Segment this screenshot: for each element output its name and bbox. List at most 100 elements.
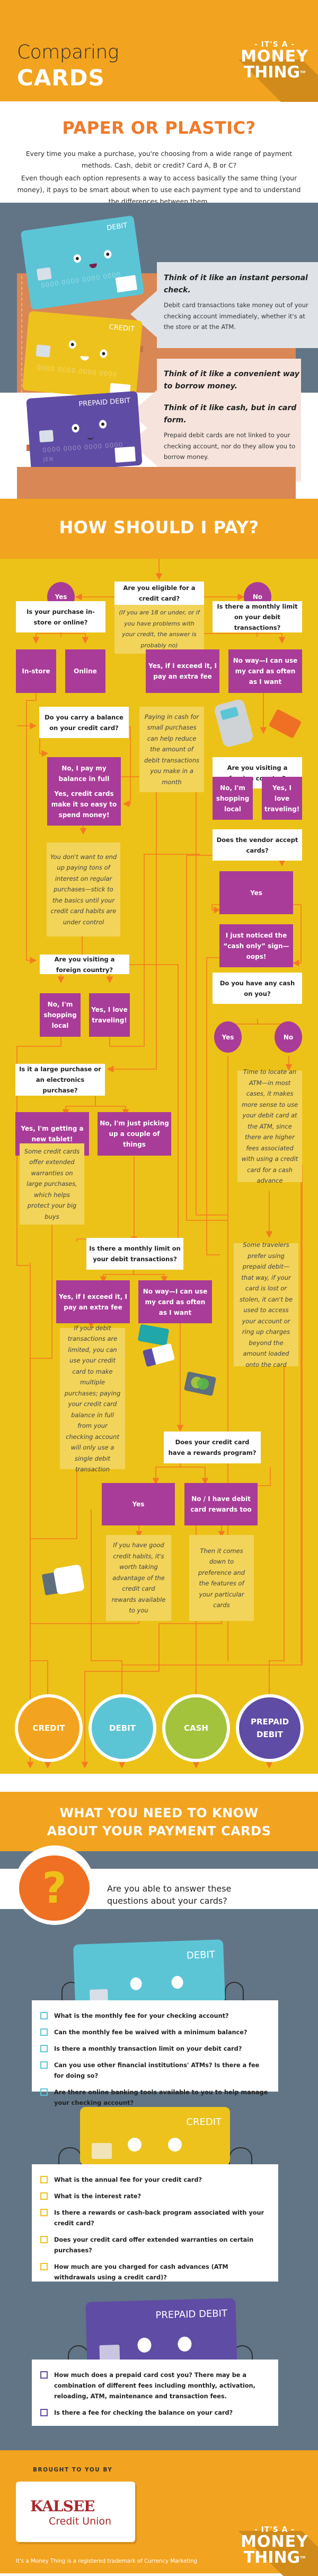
eye-icon — [103, 249, 112, 259]
checkbox[interactable] — [40, 2209, 48, 2216]
prepaid-card-illustration: PREPAID DEBIT 0000 0000 0000 0000 JEN — [26, 391, 142, 473]
checkbox[interactable] — [40, 2028, 48, 2036]
checkbox[interactable] — [40, 2176, 48, 2183]
eye-icon — [68, 340, 76, 349]
checklist-item[interactable]: Is there a monthly transaction limit on … — [40, 2044, 271, 2054]
node-foreign-question-left: Are you visiting a foreign country? — [40, 955, 129, 974]
prepaid-card-label: PREPAID DEBIT — [78, 397, 131, 409]
chip-icon — [37, 267, 52, 281]
node-limited-note: If your debit transactions are limited, … — [60, 1328, 125, 1469]
eye-icon — [130, 1977, 142, 1991]
prepaid-description: Think of it like cash, but in card form.… — [164, 402, 302, 463]
credit-checklist-card-label: CREDIT — [186, 2117, 222, 2128]
checkbox[interactable] — [40, 2061, 48, 2069]
checklist-item-text: What is the monthly fee for your checkin… — [54, 2011, 229, 2022]
header-title-line1: Comparing — [17, 41, 119, 63]
node-vendor-yes: Yes — [219, 871, 293, 914]
eye-icon — [72, 424, 80, 433]
node-rewards-question: Does your credit card have a rewards pro… — [164, 1432, 261, 1463]
credit-card-illustration: CREDIT 0000 0000 0000 0000 — [22, 311, 143, 400]
checklist-item-text: Are there online banking tools available… — [54, 2087, 271, 2109]
card-brand-icon — [116, 275, 138, 292]
node-carry-balance-question: Do you carry a balance on your credit ca… — [39, 707, 129, 738]
checkbox[interactable] — [40, 2236, 48, 2243]
node-eligible-note: (If you are 18 or under, or if you have … — [114, 605, 204, 654]
checkbox[interactable] — [40, 2192, 48, 2200]
card-number: 0000 0000 0000 0000 — [40, 271, 121, 289]
flowchart-title: HOW SHOULD I PAY? — [0, 517, 318, 537]
chip-icon — [39, 430, 54, 443]
prepaid-heading: Think of it like cash, but in card form. — [164, 402, 302, 427]
checklist-item-text: How much are you charged for cash advanc… — [54, 2262, 271, 2283]
checklist-item[interactable]: Is there a fee for checking the balance … — [40, 2408, 271, 2418]
debit-card-label: DEBIT — [107, 222, 128, 232]
smile-icon — [90, 263, 98, 268]
node-atm-note: Time to locate an ATM—in most cases, it … — [237, 1071, 302, 1182]
checkbox[interactable] — [40, 2409, 48, 2416]
intro-title: PAPER OR PLASTIC? — [0, 118, 318, 138]
node-instore: In-store — [16, 649, 56, 693]
checklist-item[interactable]: What is the annual fee for your credit c… — [40, 2175, 271, 2185]
ask-line1: Are you able to answer these — [107, 1883, 231, 1895]
checklist-item[interactable]: Are there online banking tools available… — [40, 2087, 271, 2109]
question-mark-icon: ? — [19, 1855, 90, 1921]
debit-body: Debit card transactions take money out o… — [164, 300, 310, 333]
node-travel-right: Yes, I love traveling! — [262, 777, 302, 820]
result-debit: DEBIT — [89, 1694, 156, 1762]
checklist-item-text: Is there a monthly transaction limit on … — [54, 2044, 242, 2054]
smile-icon — [87, 437, 94, 440]
header-title-line2: CARDS — [17, 65, 105, 91]
checkbox[interactable] — [40, 2045, 48, 2052]
checkbox[interactable] — [40, 2371, 48, 2379]
checkbox[interactable] — [40, 2012, 48, 2019]
node-monthly-limit-question-mid: Is there a monthly limit on your debit t… — [86, 1238, 183, 1270]
know-title: WHAT YOU NEED TO KNOW ABOUT YOUR PAYMENT… — [0, 1804, 318, 1840]
ask-text: Are you able to answer these questions a… — [107, 1883, 231, 1907]
checklist-item[interactable]: Is there a rewards or cash-back program … — [40, 2208, 271, 2229]
node-have-cash-question: Do you have any cash on you? — [213, 973, 302, 1004]
checklist-item-text: Can you use other financial institutions… — [54, 2060, 271, 2081]
node-warranty-note: Some credit cards offer extended warrant… — [20, 1143, 84, 1225]
node-rewards-no-note: Then it comes down to preference and the… — [189, 1535, 254, 1621]
debit-description: Think of it like an instant personal che… — [164, 272, 310, 333]
debit-heading: Think of it like an instant personal che… — [164, 272, 310, 297]
checklist-item-text: How much does a prepaid card cost you? T… — [54, 2370, 271, 2402]
intro-paragraph-1: Every time you make a purchase, you're c… — [21, 148, 297, 171]
result-prepaid-debit: PREPAID DEBIT — [236, 1694, 304, 1762]
checkbox[interactable] — [40, 2263, 48, 2270]
node-no-way-mid: No way—I can use my card as often as I w… — [138, 1280, 212, 1323]
money-thing-logo: - IT'S A - MONEY THINGTM — [237, 40, 312, 81]
chip-icon — [92, 2143, 112, 2159]
logo-tm: TM — [300, 2556, 305, 2560]
node-rewards-yes-note: If you have good credit habits, it's wor… — [106, 1535, 171, 1621]
chip-icon — [36, 344, 51, 357]
checklist-item[interactable]: What is the interest rate? — [40, 2191, 271, 2202]
checklist-item-text: Is there a rewards or cash-back program … — [54, 2208, 271, 2229]
checklist-item[interactable]: Does your credit card offer extended war… — [40, 2235, 271, 2256]
logo-line1: MONEY — [237, 49, 312, 65]
ask-line2: questions about your cards? — [107, 1895, 231, 1907]
checklist-item[interactable]: How much are you charged for cash advanc… — [40, 2262, 271, 2283]
node-instore-online-question: Is your purchase in-store or online? — [16, 601, 105, 632]
node-no-way-right: No way—I can use my card as often as I w… — [228, 649, 302, 693]
footer-money-thing-logo: - IT'S A - MONEY THINGTM — [237, 2526, 312, 2566]
checklist-item[interactable]: Can you use other financial institutions… — [40, 2060, 271, 2081]
logo-line2: THING — [244, 2548, 300, 2567]
prepaid-body: Prepaid debit cards are not linked to yo… — [164, 430, 302, 463]
debit-checklist-card: DEBIT — [73, 1939, 225, 2008]
checklist-item[interactable]: What is the monthly fee for your checkin… — [40, 2011, 271, 2022]
know-title-line2: ABOUT YOUR PAYMENT CARDS — [0, 1822, 318, 1840]
thumbs-up-icon — [53, 1564, 85, 1595]
know-title-line1: WHAT YOU NEED TO KNOW — [0, 1804, 318, 1822]
node-rewards-no: No / I have debit card rewards too — [184, 1483, 258, 1525]
result-credit: CREDIT — [15, 1694, 83, 1762]
debit-checklist-card-label: DEBIT — [187, 1949, 216, 1962]
checklist-item[interactable]: How much does a prepaid card cost you? T… — [40, 2370, 271, 2402]
node-couple-things: No, I'm just picking up a couple of thin… — [98, 1112, 171, 1156]
node-online: Online — [65, 649, 105, 693]
prepaid-checklist: How much does a prepaid card cost you? T… — [32, 2360, 278, 2426]
checkbox[interactable] — [40, 2088, 48, 2096]
eye-icon — [73, 254, 82, 263]
checklist-item-text: What is the annual fee for your credit c… — [54, 2175, 202, 2185]
checklist-item[interactable]: Can the monthly fee be waived with a min… — [40, 2027, 271, 2038]
